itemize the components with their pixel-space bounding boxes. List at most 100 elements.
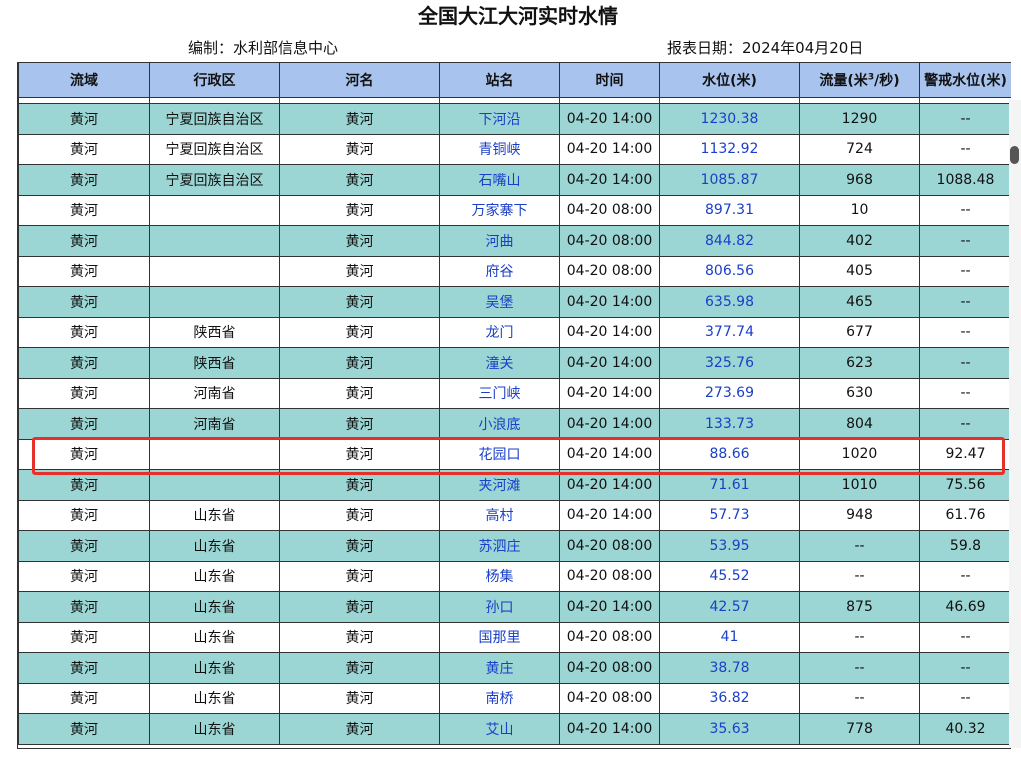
table-row: 黄河 山东省 黄河 黄庄 04-20 08:00 38.78 -- -- — [18, 652, 1011, 684]
cell-flow: 778 — [799, 713, 920, 745]
cell-station[interactable]: 国那里 — [439, 621, 560, 653]
cell-region: 陕西省 — [149, 347, 280, 379]
col-header-river: 河名 — [279, 62, 440, 98]
cell-region — [149, 194, 280, 226]
cell-level[interactable]: 36.82 — [659, 682, 800, 714]
cell-level[interactable]: 42.57 — [659, 591, 800, 623]
cell-level[interactable]: 377.74 — [659, 316, 800, 348]
cell-station[interactable]: 艾山 — [439, 713, 560, 745]
cell-level[interactable]: 88.66 — [659, 438, 800, 470]
cell-basin: 黄河 — [18, 133, 150, 165]
cell-level[interactable]: 41 — [659, 621, 800, 653]
cell-station[interactable]: 孙口 — [439, 591, 560, 623]
cell-river: 黄河 — [279, 591, 440, 623]
cell-station[interactable]: 潼关 — [439, 347, 560, 379]
table-row: 黄河 山东省 黄河 杨集 04-20 08:00 45.52 -- -- — [18, 560, 1011, 592]
cell-warning: 92.47 — [919, 438, 1011, 470]
col-header-warning: 警戒水位(米) — [919, 62, 1011, 98]
cell-warning: 59.8 — [919, 530, 1011, 562]
cell-level[interactable]: 45.52 — [659, 560, 800, 592]
cell-station[interactable]: 杨集 — [439, 560, 560, 592]
table-row: 黄河 山东省 黄河 南桥 04-20 08:00 36.82 -- -- — [18, 682, 1011, 714]
cell-flow: -- — [799, 652, 920, 684]
cell-station[interactable]: 苏泗庄 — [439, 530, 560, 562]
cell-station[interactable]: 花园口 — [439, 438, 560, 470]
cell-station[interactable]: 高村 — [439, 499, 560, 531]
table-row: 黄河 黄河 万家寨下 04-20 08:00 897.31 10 -- — [18, 194, 1011, 226]
cell-river: 黄河 — [279, 225, 440, 257]
cell-time: 04-20 08:00 — [559, 560, 660, 592]
cell-time: 04-20 14:00 — [559, 347, 660, 379]
cell-region: 河南省 — [149, 377, 280, 409]
cell-level[interactable]: 133.73 — [659, 408, 800, 440]
cell-station[interactable]: 河曲 — [439, 225, 560, 257]
cell-station[interactable]: 小浪底 — [439, 408, 560, 440]
cell-station[interactable]: 青铜峡 — [439, 133, 560, 165]
cell-level[interactable]: 844.82 — [659, 225, 800, 257]
cell-flow: 1020 — [799, 438, 920, 470]
table-row: 黄河 宁夏回族自治区 黄河 青铜峡 04-20 14:00 1132.92 724 -- — [18, 133, 1011, 165]
col-header-basin: 流域 — [18, 62, 150, 98]
cell-region — [149, 286, 280, 318]
cell-time: 04-20 08:00 — [559, 530, 660, 562]
cell-station[interactable]: 三门峡 — [439, 377, 560, 409]
cell-level[interactable]: 635.98 — [659, 286, 800, 318]
cell-basin: 黄河 — [18, 347, 150, 379]
cell-basin: 黄河 — [18, 713, 150, 745]
cell-river: 黄河 — [279, 347, 440, 379]
cell-basin: 黄河 — [18, 621, 150, 653]
cell-river: 黄河 — [279, 255, 440, 287]
cell-flow: -- — [799, 530, 920, 562]
cell-region: 陕西省 — [149, 316, 280, 348]
cell-station[interactable]: 龙门 — [439, 316, 560, 348]
cell-station[interactable]: 万家寨下 — [439, 194, 560, 226]
cell-time: 04-20 14:00 — [559, 499, 660, 531]
cell-time: 04-20 14:00 — [559, 713, 660, 745]
cell-level[interactable]: 806.56 — [659, 255, 800, 287]
cell-basin: 黄河 — [18, 469, 150, 501]
cell-level[interactable]: 1085.87 — [659, 164, 800, 196]
cell-river: 黄河 — [279, 194, 440, 226]
cell-river: 黄河 — [279, 286, 440, 318]
col-header-level: 水位(米) — [659, 62, 800, 98]
cell-time: 04-20 08:00 — [559, 255, 660, 287]
cell-time: 04-20 08:00 — [559, 194, 660, 226]
col-header-region: 行政区 — [149, 62, 280, 98]
cell-level[interactable]: 53.95 — [659, 530, 800, 562]
scrollbar-thumb[interactable] — [1010, 146, 1019, 164]
table-row: 黄河 河南省 黄河 三门峡 04-20 14:00 273.69 630 -- — [18, 377, 1011, 409]
cell-station[interactable]: 夹河滩 — [439, 469, 560, 501]
cell-river: 黄河 — [279, 530, 440, 562]
cell-level[interactable]: 57.73 — [659, 499, 800, 531]
cell-warning: -- — [919, 560, 1011, 592]
cell-warning: 61.76 — [919, 499, 1011, 531]
cell-station[interactable]: 黄庄 — [439, 652, 560, 684]
cell-level[interactable]: 38.78 — [659, 652, 800, 684]
cell-station[interactable]: 下河沿 — [439, 103, 560, 135]
cell-river: 黄河 — [279, 133, 440, 165]
cell-level[interactable]: 273.69 — [659, 377, 800, 409]
water-table-container[interactable]: 流域 行政区 河名 站名 时间 水位(米) 流量(米3/秒) 警戒水位(米) 黄… — [17, 62, 1011, 749]
cell-station[interactable]: 府谷 — [439, 255, 560, 287]
col-header-flow: 流量(米3/秒) — [799, 62, 920, 98]
table-row: 黄河 黄河 花园口 04-20 14:00 88.66 1020 92.47 — [18, 438, 1011, 470]
cell-station[interactable]: 吴堡 — [439, 286, 560, 318]
cell-level[interactable]: 325.76 — [659, 347, 800, 379]
cell-station[interactable]: 石嘴山 — [439, 164, 560, 196]
cell-flow: 968 — [799, 164, 920, 196]
cell-level[interactable]: 1230.38 — [659, 103, 800, 135]
cell-level[interactable]: 71.61 — [659, 469, 800, 501]
cell-region: 山东省 — [149, 591, 280, 623]
table-row: 黄河 宁夏回族自治区 黄河 下河沿 04-20 14:00 1230.38 1290 -- — [18, 103, 1011, 135]
cell-warning: 75.56 — [919, 469, 1011, 501]
cell-level[interactable]: 35.63 — [659, 713, 800, 745]
cell-level[interactable]: 1132.92 — [659, 133, 800, 165]
vertical-scrollbar[interactable] — [1009, 100, 1021, 748]
cell-region: 山东省 — [149, 652, 280, 684]
cell-basin: 黄河 — [18, 286, 150, 318]
cell-level[interactable]: 897.31 — [659, 194, 800, 226]
cell-flow: 465 — [799, 286, 920, 318]
table-row: 黄河 宁夏回族自治区 黄河 石嘴山 04-20 14:00 1085.87 968 1088.… — [18, 164, 1011, 196]
cell-station[interactable]: 南桥 — [439, 682, 560, 714]
cell-warning: -- — [919, 347, 1011, 379]
